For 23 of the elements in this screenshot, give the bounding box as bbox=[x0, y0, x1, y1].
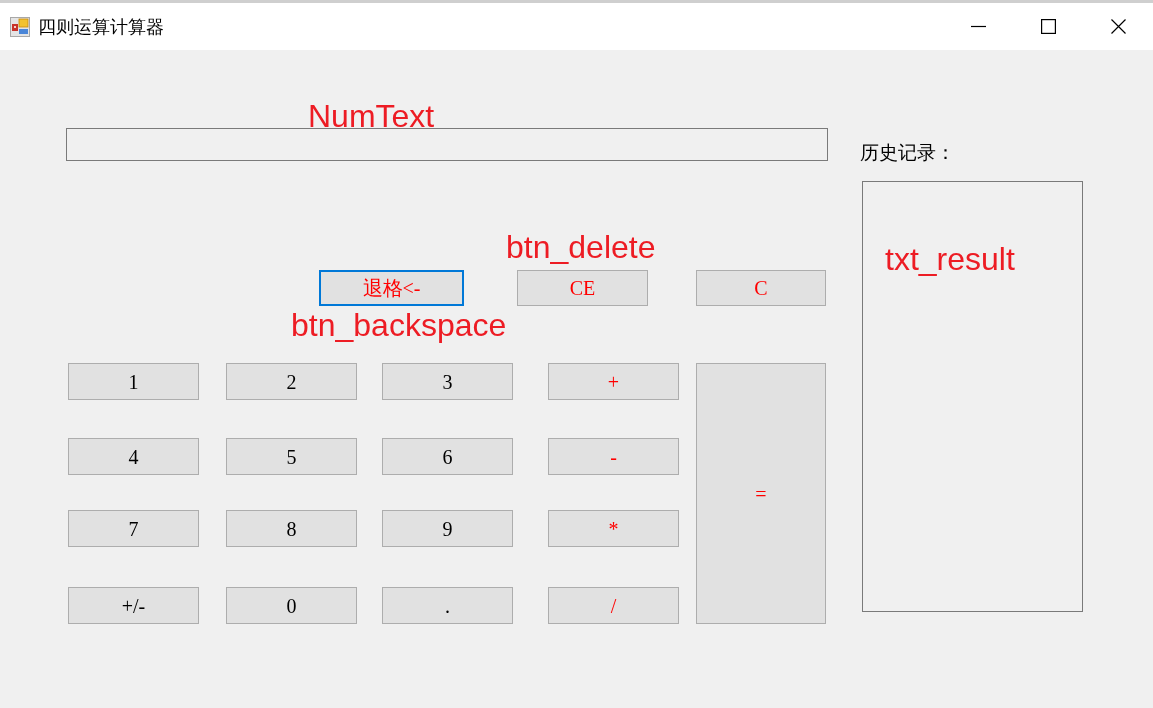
app-icon bbox=[10, 16, 30, 37]
keypad-button[interactable]: 9 bbox=[382, 510, 513, 547]
keypad-button[interactable]: 8 bbox=[226, 510, 357, 547]
history-textbox[interactable] bbox=[862, 181, 1083, 612]
keypad-button[interactable]: . bbox=[382, 587, 513, 624]
keypad-button[interactable]: +/- bbox=[68, 587, 199, 624]
annotation-label: btn_backspace bbox=[291, 309, 507, 341]
keypad-button[interactable]: 3 bbox=[382, 363, 513, 400]
annotation-label: txt_result bbox=[885, 243, 1015, 275]
keypad-button[interactable]: 7 bbox=[68, 510, 199, 547]
keypad-button[interactable]: 4 bbox=[68, 438, 199, 475]
window-title: 四则运算计算器 bbox=[38, 15, 164, 39]
keypad-button[interactable]: 2 bbox=[226, 363, 357, 400]
keypad-button[interactable]: 1 bbox=[68, 363, 199, 400]
annotation-label: btn_delete bbox=[506, 231, 656, 263]
history-label: 历史记录： bbox=[860, 141, 956, 165]
close-icon bbox=[1110, 19, 1126, 34]
maximize-icon bbox=[1040, 19, 1056, 34]
annotation-label: NumText bbox=[308, 100, 435, 132]
keypad-button[interactable]: 0 bbox=[226, 587, 357, 624]
number-input-field[interactable] bbox=[66, 128, 828, 161]
keypad-button[interactable]: 5 bbox=[226, 438, 357, 475]
keypad-button[interactable]: 6 bbox=[382, 438, 513, 475]
